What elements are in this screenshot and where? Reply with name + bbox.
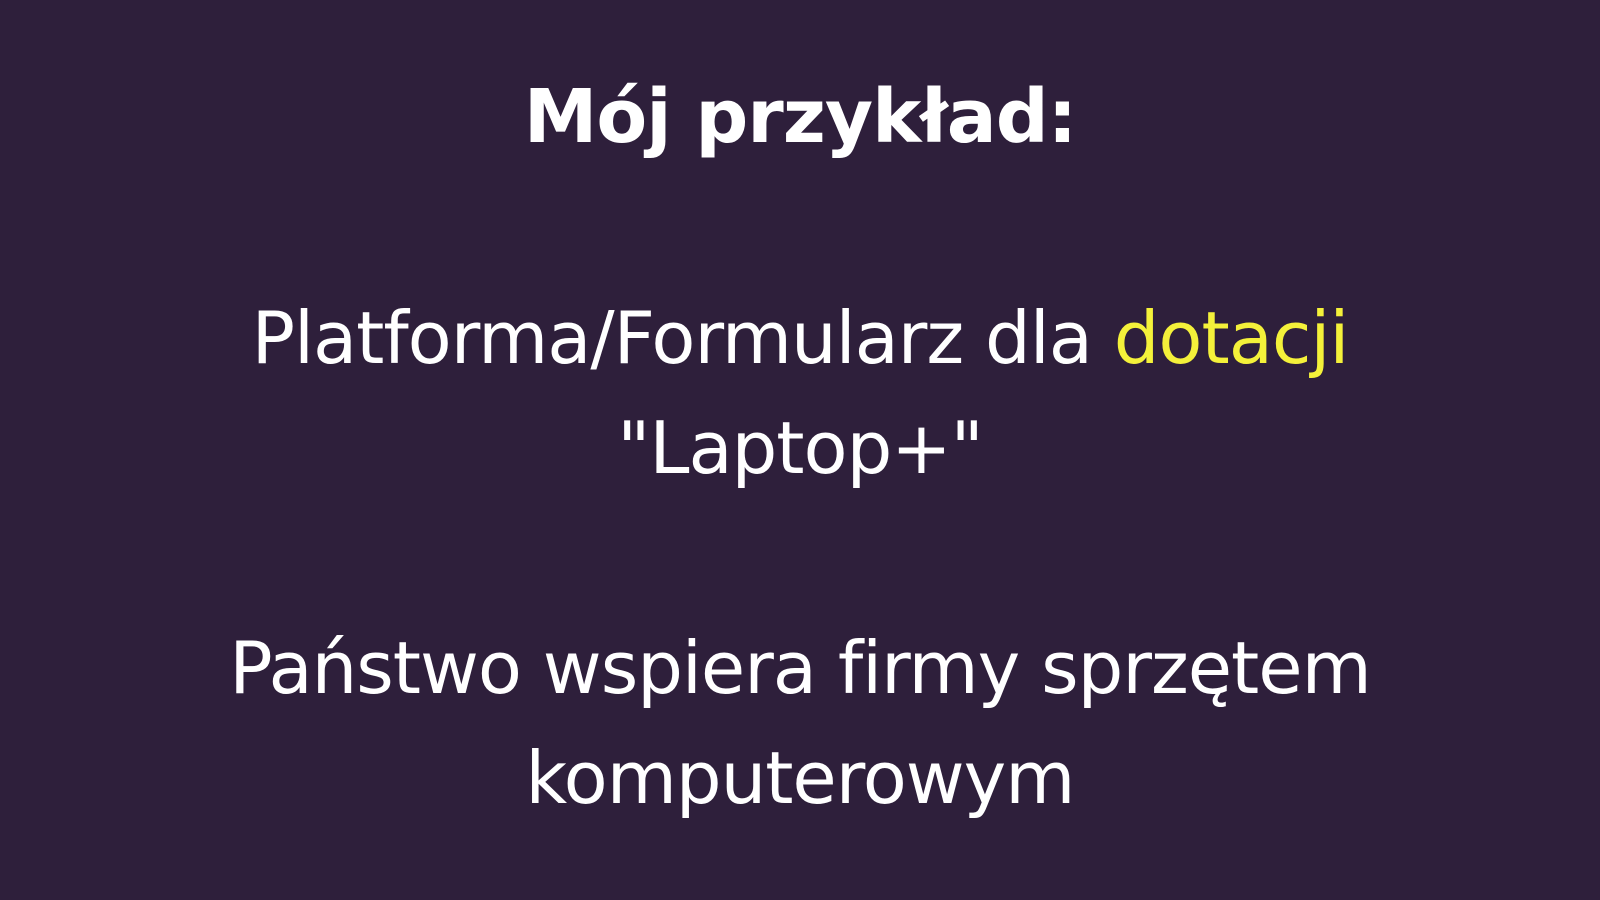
slide-title: Mój przykład: — [523, 74, 1078, 160]
paragraph1-line1-text: Platforma/Formularz dla — [251, 296, 1114, 380]
highlighted-word: dotacji — [1113, 296, 1350, 380]
slide: Mój przykład: Platforma/Formularz dla do… — [0, 0, 1600, 900]
paragraph2-line2: komputerowym — [525, 736, 1076, 820]
paragraph1-line1: Platforma/Formularz dla dotacji — [0, 302, 1600, 374]
paragraph2-line1: Państwo wspiera firmy sprzętem — [229, 626, 1371, 710]
paragraph1-line2: "Laptop+" — [617, 406, 983, 490]
